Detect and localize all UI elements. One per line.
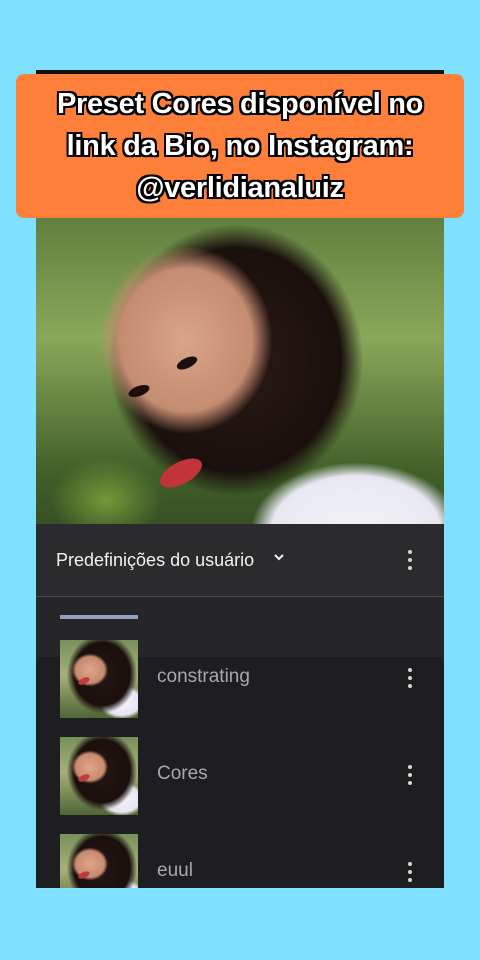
chevron-down-icon[interactable] [274, 552, 284, 562]
promo-banner: Preset Cores disponível no link da Bio, … [16, 74, 464, 218]
preset-thumbnail [60, 737, 138, 815]
more-vertical-icon[interactable] [407, 550, 413, 570]
preset-group-title[interactable]: Predefinições do usuário [56, 550, 254, 571]
preset-item[interactable]: Cores [36, 727, 444, 824]
preset-thumbnail [60, 640, 138, 718]
preset-label: Cores [157, 763, 208, 784]
more-vertical-icon[interactable] [407, 668, 413, 688]
more-vertical-icon[interactable] [407, 862, 413, 882]
presets-panel-header: Predefinições do usuário [36, 524, 444, 597]
preset-label: euul [157, 860, 193, 881]
preset-item[interactable]: euul [36, 824, 444, 888]
promo-banner-text: Preset Cores disponível no link da Bio, … [56, 88, 424, 204]
preset-label: constrating [157, 666, 250, 687]
preset-item[interactable]: constrating [36, 630, 444, 727]
preset-thumbnail [60, 834, 138, 888]
more-vertical-icon[interactable] [407, 765, 413, 785]
